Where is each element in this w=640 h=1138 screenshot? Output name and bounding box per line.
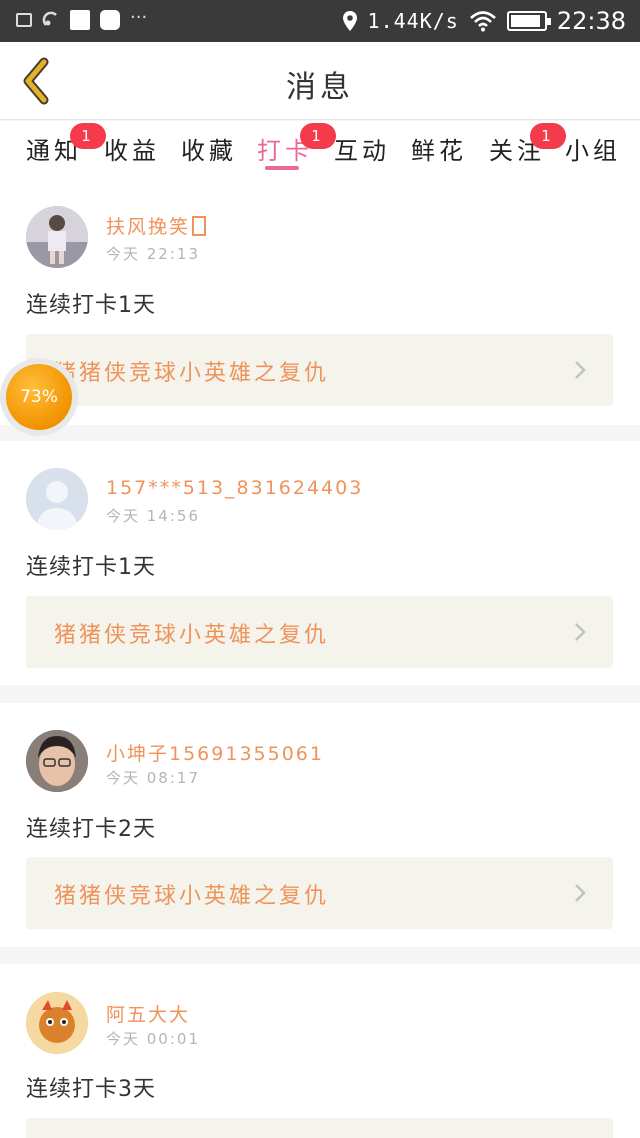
tab-label: 小组: [565, 137, 621, 165]
battery-icon: [506, 11, 551, 31]
avatar-photo: [26, 206, 88, 268]
feed-card: 157***513_831624403 今天 14:56 连续打卡1天 猪猪侠竞…: [0, 441, 640, 685]
user-name[interactable]: 阿五大大: [106, 1000, 190, 1027]
game-link[interactable]: 猪猪侠竞球小英雄之复仇: [26, 334, 613, 406]
header: 消息: [0, 42, 640, 120]
app-notification-icon: [70, 10, 90, 30]
chevron-right-icon: [575, 361, 586, 379]
avatar-photo: [26, 730, 88, 792]
game-title: 猪猪侠竞球小英雄之复仇: [54, 623, 330, 648]
tab-label: 互动: [334, 137, 390, 165]
avatar[interactable]: [26, 992, 88, 1054]
checkin-text: 连续打卡1天: [26, 555, 156, 580]
avatar-photo: [26, 992, 88, 1054]
checkin-text: 连续打卡3天: [26, 1077, 156, 1102]
tab-favorites[interactable]: 收藏: [181, 131, 237, 166]
tab-interactions[interactable]: 互动: [334, 131, 390, 166]
tab-flowers[interactable]: 鲜花: [411, 131, 467, 166]
network-speed: 1.44K/s: [367, 9, 459, 33]
unread-badge: 1: [300, 123, 336, 149]
user-name[interactable]: 小坤子15691355061: [106, 739, 324, 766]
unread-badge: 1: [70, 123, 106, 149]
game-title: 猪猪侠竞球小英雄之复仇: [54, 884, 330, 909]
active-tab-indicator: [265, 166, 299, 170]
status-bar: ··· 1.44K/s 22:38: [0, 0, 640, 42]
user-name[interactable]: 扶风挽笑: [106, 212, 207, 239]
game-link[interactable]: 猪猪侠竞球小英雄之复仇: [26, 596, 613, 668]
game-title: 猪猪侠竞球小英雄之复仇: [54, 361, 330, 386]
tab-following[interactable]: 关注 1: [489, 123, 566, 166]
chevron-right-icon: [575, 623, 586, 641]
tab-label: 鲜花: [411, 137, 467, 165]
checkin-text: 连续打卡2天: [26, 817, 156, 842]
game-link[interactable]: 猪猪侠竞球小英雄之复仇: [26, 857, 613, 929]
avatar[interactable]: [26, 468, 88, 530]
avatar[interactable]: [26, 206, 88, 268]
page-title: 消息: [286, 70, 354, 105]
tab-checkin[interactable]: 打卡 1: [257, 123, 336, 166]
unsupported-glyph-box: [192, 216, 207, 236]
checkin-text: 连续打卡1天: [26, 293, 156, 318]
post-time: 今天 08:17: [106, 769, 200, 787]
image-notification-icon: [16, 13, 32, 27]
avatar[interactable]: [26, 730, 88, 792]
game-link[interactable]: [26, 1118, 613, 1138]
floating-speed-ball[interactable]: 73%: [0, 358, 78, 436]
tab-earnings[interactable]: 收益: [104, 131, 160, 166]
status-right: 1.44K/s 22:38: [342, 7, 626, 35]
tab-groups[interactable]: 小组: [565, 131, 621, 166]
tab-label: 收藏: [181, 137, 237, 165]
default-avatar-icon: [26, 468, 88, 530]
memory-usage-indicator: 73%: [6, 364, 72, 430]
tab-notifications[interactable]: 通知 1: [26, 123, 106, 166]
wifi-icon: [469, 11, 496, 32]
clock: 22:38: [556, 7, 626, 35]
sync-notification-icon: [42, 11, 57, 26]
post-time: 今天 00:01: [106, 1030, 200, 1048]
status-left: ···: [16, 6, 148, 30]
app-notification-icon-2: [100, 10, 120, 30]
battery-level: [510, 15, 540, 27]
chevron-right-icon: [575, 884, 586, 902]
tab-bar: 通知 1 收益 收藏 打卡 1 互动 鲜花 关注 1 小组: [0, 121, 640, 185]
more-notifications-icon: ···: [130, 6, 148, 28]
post-time: 今天 22:13: [106, 245, 200, 263]
post-time: 今天 14:56: [106, 507, 200, 525]
user-name[interactable]: 157***513_831624403: [106, 477, 363, 499]
feed-card: 阿五大大 今天 00:01 连续打卡3天: [0, 964, 640, 1138]
tab-label: 收益: [104, 137, 160, 165]
feed-card: 小坤子15691355061 今天 08:17 连续打卡2天 猪猪侠竞球小英雄之…: [0, 703, 640, 947]
location-icon: [342, 11, 357, 31]
unread-badge: 1: [530, 123, 566, 149]
feed-card: 扶风挽笑 今天 22:13 连续打卡1天 猪猪侠竞球小英雄之复仇: [0, 185, 640, 425]
